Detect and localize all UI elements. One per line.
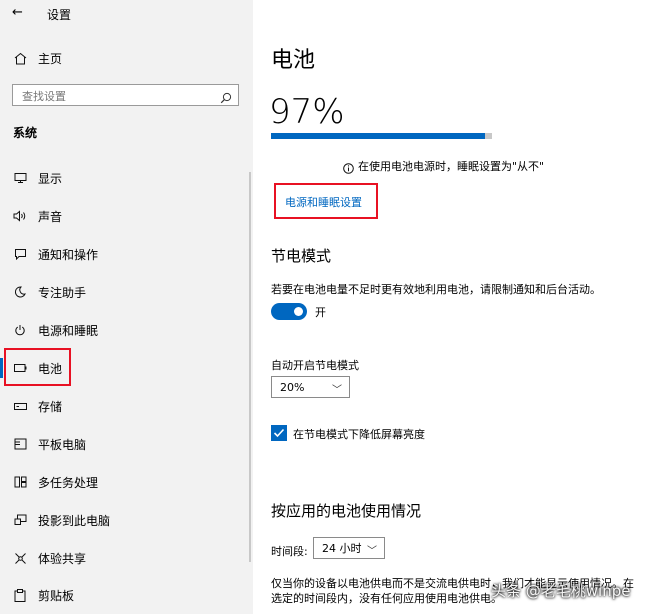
sidebar-item-sound[interactable]: 声音 [0, 197, 245, 235]
info-icon [343, 159, 354, 178]
brightness-checkbox-label: 在节电模式下降低屏幕亮度 [293, 428, 425, 441]
sidebar-item-label: 存储 [38, 399, 63, 414]
period-dropdown[interactable]: 24 小时 ﹀ [313, 537, 385, 559]
chevron-down-icon: ﹀ [332, 385, 342, 396]
sidebar-item-label: 体验共享 [38, 551, 87, 566]
toggle-knob [294, 307, 303, 316]
sidebar-item-display[interactable]: 显示 [0, 159, 245, 197]
moon-icon [12, 284, 28, 300]
auto-saver-label: 自动开启节电模式 [271, 359, 359, 372]
sidebar-item-label: 剪贴板 [38, 588, 75, 603]
dropdown-value: 24 小时 [322, 542, 362, 555]
dropdown-value: 20% [280, 380, 305, 394]
battery-saver-description: 若要在电池电量不足时更有效地利用电池，请限制通知和后台活动。 [271, 283, 601, 296]
sidebar-item-storage[interactable]: 存储 [0, 387, 245, 425]
battery-level-fill [271, 133, 486, 139]
message-icon [12, 246, 28, 262]
home-icon [12, 50, 28, 66]
chevron-down-icon: ﹀ [367, 546, 377, 557]
power-icon [12, 322, 28, 338]
sleep-info-text: 在使用电池电源时，睡眠设置为"从不" [358, 160, 545, 173]
sidebar-item-multitasking[interactable]: 多任务处理 [0, 463, 245, 501]
search-icon [220, 89, 232, 108]
auto-saver-dropdown[interactable]: 20% ﹀ [271, 376, 350, 398]
clipboard-icon [12, 587, 28, 603]
battery-saver-toggle[interactable] [271, 303, 307, 320]
sidebar-item-label: 电源和睡眠 [38, 323, 99, 338]
sidebar-item-label: 投影到此电脑 [38, 513, 111, 528]
sidebar-item-power-sleep[interactable]: 电源和睡眠 [0, 311, 245, 349]
checkmark-icon [273, 428, 285, 438]
sidebar-item-shared-experiences[interactable]: 体验共享 [0, 539, 245, 577]
watermark: 头条 @老毛桃winpe [491, 582, 631, 600]
highlight-box-link [274, 183, 378, 219]
period-label: 时间段: [271, 545, 308, 558]
sidebar-item-notifications[interactable]: 通知和操作 [0, 235, 245, 273]
sidebar-item-project[interactable]: 投影到此电脑 [0, 501, 245, 539]
usage-heading: 按应用的电池使用情况 [271, 502, 422, 520]
sidebar-item-label: 通知和操作 [38, 247, 99, 262]
page-title: 电池 [271, 48, 316, 73]
sidebar-scrollbar[interactable] [249, 172, 251, 562]
sidebar-item-label: 声音 [38, 209, 63, 224]
search-placeholder: 查找设置 [22, 90, 66, 103]
toggle-state-label: 开 [315, 306, 326, 319]
monitor-icon [12, 170, 28, 186]
sidebar-item-focus-assist[interactable]: 专注助手 [0, 273, 245, 311]
sidebar-item-label: 显示 [38, 171, 63, 186]
sidebar-item-clipboard[interactable]: 剪贴板 [0, 576, 245, 614]
battery-percent: 97% [269, 92, 345, 132]
share-icon [12, 550, 28, 566]
speaker-icon [12, 208, 28, 224]
main-panel: 电池 97% 在使用电池电源时，睡眠设置为"从不" 电源和睡眠设置 节电模式 若… [253, 0, 657, 614]
window-title: 设置 [47, 8, 72, 22]
sidebar-item-label: 主页 [38, 51, 63, 66]
selection-indicator [0, 358, 3, 378]
back-icon[interactable]: ← [12, 5, 23, 20]
battery-level-bar [271, 133, 492, 139]
highlight-box-battery [4, 348, 71, 386]
section-heading: 系统 [13, 126, 38, 140]
storage-icon [12, 398, 28, 414]
sidebar-item-label: 专注助手 [38, 285, 87, 300]
sidebar-item-home[interactable]: 主页 [0, 39, 245, 77]
project-icon [12, 512, 28, 528]
sidebar-item-label: 多任务处理 [38, 475, 99, 490]
sidebar-item-tablet[interactable]: 平板电脑 [0, 425, 245, 463]
battery-saver-heading: 节电模式 [271, 247, 332, 265]
multitask-icon [12, 474, 28, 490]
search-input[interactable]: 查找设置 [12, 84, 239, 106]
sidebar: ← 设置 主页 查找设置 系统 显示 声音 通知和操作 专注助手 电源和睡眠 电… [0, 0, 253, 614]
tablet-icon [12, 436, 28, 452]
brightness-checkbox[interactable] [271, 425, 287, 441]
sidebar-item-label: 平板电脑 [38, 437, 87, 452]
